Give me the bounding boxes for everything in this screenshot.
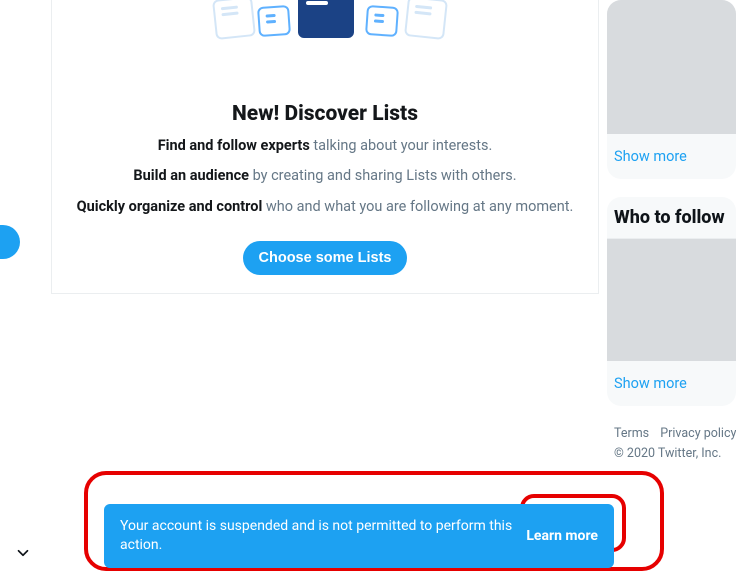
main-column: New! Discover Lists Find and follow expe…: [51, 0, 599, 294]
illus-card-icon: [298, 0, 354, 38]
promo-line-3-rest: who and what you are following at any mo…: [262, 198, 573, 215]
illus-card-icon: [257, 5, 291, 37]
discover-lists-promo: New! Discover Lists Find and follow expe…: [51, 0, 599, 294]
compose-button[interactable]: [0, 225, 20, 259]
promo-line-3: Quickly organize and control who and wha…: [64, 197, 586, 217]
suspended-toast: Your account is suspended and is not per…: [104, 504, 614, 568]
footer-copyright: © 2020 Twitter, Inc.: [614, 446, 721, 461]
promo-line-1-bold: Find and follow experts: [158, 137, 310, 154]
trends-card: Show more: [607, 0, 736, 179]
promo-line-1: Find and follow experts talking about yo…: [64, 136, 586, 156]
promo-line-2: Build an audience by creating and sharin…: [64, 166, 586, 186]
sidebar-footer: Terms Privacy policy C © 2020 Twitter, I…: [607, 424, 736, 464]
promo-line-3-bold: Quickly organize and control: [77, 198, 263, 215]
footer-privacy-link[interactable]: Privacy policy: [660, 426, 736, 441]
show-more-link[interactable]: Show more: [607, 361, 736, 406]
footer-terms-link[interactable]: Terms: [614, 426, 649, 441]
image-placeholder: [607, 239, 736, 361]
illus-card-icon: [404, 0, 448, 40]
lists-illustration: [64, 0, 586, 62]
learn-more-button[interactable]: Learn more: [526, 528, 598, 544]
promo-line-2-bold: Build an audience: [133, 167, 249, 184]
image-placeholder: [607, 0, 736, 134]
right-sidebar: Show more Who to follow Show more Terms …: [607, 0, 736, 464]
promo-title: New! Discover Lists: [64, 102, 586, 126]
illus-card-icon: [365, 5, 399, 37]
illus-card-icon: [212, 0, 256, 40]
promo-line-2-rest: by creating and sharing Lists with other…: [249, 167, 517, 184]
show-more-link[interactable]: Show more: [607, 134, 736, 179]
chevron-down-icon[interactable]: [14, 544, 32, 562]
who-to-follow-title: Who to follow: [607, 197, 736, 239]
promo-line-1-rest: talking about your interests.: [310, 137, 493, 154]
choose-lists-button[interactable]: Choose some Lists: [243, 241, 408, 275]
toast-message: Your account is suspended and is not per…: [120, 517, 514, 555]
who-to-follow-card: Who to follow Show more: [607, 197, 736, 406]
